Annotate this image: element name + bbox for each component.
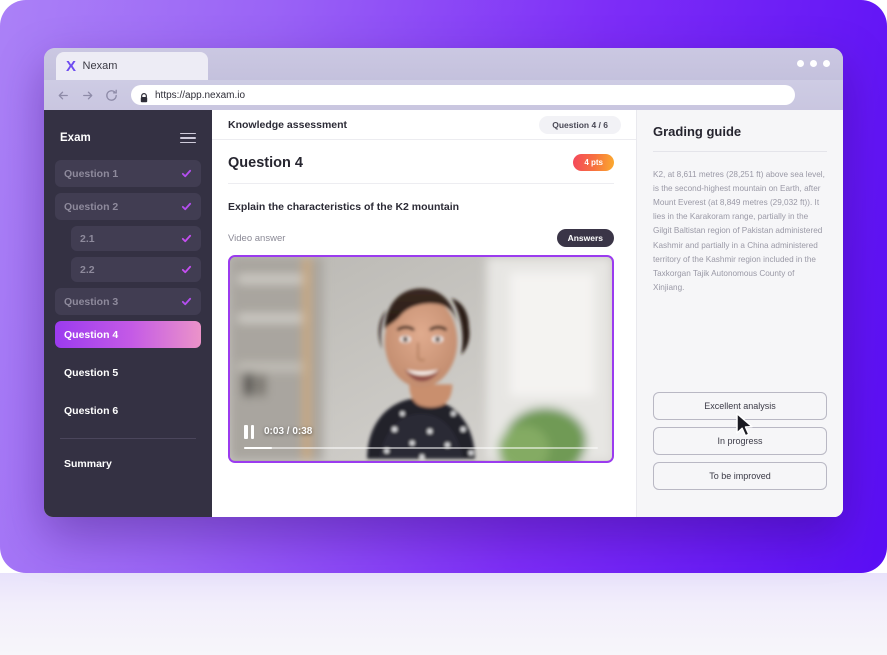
lock-icon — [140, 90, 148, 103]
window-dot-2[interactable] — [810, 60, 817, 67]
sidebar-question-list: Question 1 Question 2 2.1 2.2 Question 3… — [55, 160, 201, 424]
sidebar-header: Exam — [55, 122, 201, 150]
screenshot-root: X Nexam https://app.nexam.io Exam Questi… — [0, 0, 887, 655]
question-progress-badge: Question 4 / 6 — [539, 115, 621, 134]
grading-divider — [653, 151, 827, 152]
check-icon — [181, 201, 192, 212]
check-icon — [181, 168, 192, 179]
video-answer-row: Video answer Answers — [228, 229, 614, 247]
sidebar-item-label: 2.1 — [80, 232, 95, 245]
sidebar-item-label: Question 1 — [64, 167, 119, 180]
page-below-fold — [0, 573, 887, 655]
browser-tab[interactable]: X Nexam — [56, 52, 208, 80]
question-header: Question 4 4 pts — [228, 154, 614, 171]
window-dot-1[interactable] — [797, 60, 804, 67]
window-controls[interactable] — [797, 60, 830, 67]
back-arrow-icon[interactable] — [56, 88, 71, 103]
grading-guide-title: Grading guide — [653, 124, 742, 139]
url-bar[interactable]: https://app.nexam.io — [131, 85, 795, 105]
check-icon — [181, 296, 192, 307]
sidebar-divider — [60, 438, 196, 439]
sidebar-item-label: Question 4 — [64, 328, 119, 341]
url-text: https://app.nexam.io — [155, 89, 246, 101]
check-icon — [181, 264, 192, 275]
sidebar-item-label: Question 6 — [64, 404, 119, 417]
video-control-row: 0:03 / 0:38 — [244, 424, 598, 439]
sidebar-item-question-1[interactable]: Question 1 — [55, 160, 201, 187]
app-body: Exam Question 1 Question 2 2.1 2.2 Quest… — [44, 110, 843, 517]
sidebar-item-question-4[interactable]: Question 4 — [55, 321, 201, 348]
check-icon — [181, 233, 192, 244]
video-progress-track[interactable] — [244, 446, 598, 449]
grading-panel: Grading guide K2, at 8,611 metres (28,25… — [636, 110, 843, 517]
sidebar-item-question-2-2[interactable]: 2.2 — [71, 257, 201, 282]
sidebar-item-question-2[interactable]: Question 2 — [55, 193, 201, 220]
sidebar-item-summary[interactable]: Summary — [55, 450, 201, 477]
sidebar-item-label: Question 5 — [64, 366, 119, 379]
main-content: Knowledge assessment Question 4 / 6 Ques… — [212, 110, 636, 517]
video-progress-fill — [244, 446, 273, 449]
grading-actions: Excellent analysis In progress To be imp… — [653, 392, 827, 517]
video-time-display: 0:03 / 0:38 — [264, 426, 313, 437]
sidebar-title: Exam — [60, 132, 91, 144]
sidebar-item-label: Summary — [64, 457, 112, 470]
page-title: Knowledge assessment — [228, 118, 348, 131]
browser-tab-title: Nexam — [82, 60, 118, 72]
reload-icon[interactable] — [104, 88, 119, 103]
sidebar-item-question-2-1[interactable]: 2.1 — [71, 226, 201, 251]
sidebar-item-question-6[interactable]: Question 6 — [55, 397, 201, 424]
points-badge: 4 pts — [573, 154, 614, 171]
forward-arrow-icon[interactable] — [80, 88, 95, 103]
content-topbar: Knowledge assessment Question 4 / 6 — [212, 110, 636, 140]
video-answer-label: Video answer — [228, 232, 286, 244]
nexam-logo-icon: X — [66, 57, 76, 75]
question-title: Question 4 — [228, 154, 303, 171]
sidebar-item-label: 2.2 — [80, 263, 95, 276]
question-panel: Question 4 4 pts Explain the characteris… — [212, 140, 636, 517]
question-divider — [228, 183, 614, 184]
video-controls[interactable]: 0:03 / 0:38 — [244, 424, 598, 449]
browser-tab-strip: X Nexam — [44, 48, 843, 80]
video-player[interactable]: 0:03 / 0:38 — [228, 255, 614, 463]
sidebar-item-question-3[interactable]: Question 3 — [55, 288, 201, 315]
browser-toolbar: https://app.nexam.io — [44, 80, 843, 110]
browser-window: X Nexam https://app.nexam.io Exam Questi… — [44, 48, 843, 517]
answers-badge[interactable]: Answers — [556, 229, 614, 247]
mouse-cursor-icon — [736, 412, 753, 437]
sidebar-item-question-5[interactable]: Question 5 — [55, 359, 201, 386]
sidebar: Exam Question 1 Question 2 2.1 2.2 Quest… — [44, 110, 212, 517]
window-dot-3[interactable] — [823, 60, 830, 67]
grading-guide-text: K2, at 8,611 metres (28,251 ft) above se… — [653, 170, 825, 292]
sidebar-item-label: Question 3 — [64, 295, 119, 308]
pause-icon[interactable] — [244, 424, 254, 439]
hamburger-icon[interactable] — [180, 132, 196, 144]
sidebar-item-label: Question 2 — [64, 200, 119, 213]
grade-to-be-improved-button[interactable]: To be improved — [653, 462, 827, 490]
question-prompt: Explain the characteristics of the K2 mo… — [228, 201, 460, 213]
